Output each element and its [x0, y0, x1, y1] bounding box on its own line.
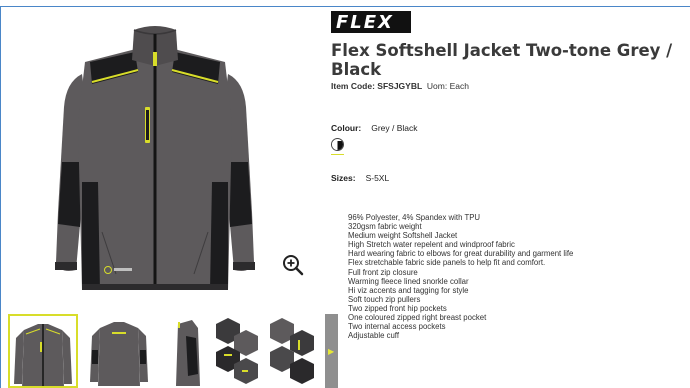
main-product-image[interactable] [30, 12, 280, 294]
list-item: Flex stretchable fabric side panels to h… [348, 258, 546, 268]
sizes-label: Sizes: [331, 173, 356, 183]
list-item: Hi viz accents and tagging for style [348, 285, 469, 295]
list-item: Two zipped front hip pockets [348, 303, 447, 313]
top-border [0, 6, 690, 7]
selected-swatch-indicator [331, 154, 344, 155]
item-code-row: Item Code: SFSJGYBL Uom: Each [331, 81, 469, 91]
list-item: 320gsm fabric weight [348, 222, 422, 232]
chevron-right-icon: ▶ [328, 347, 335, 356]
item-code-label: Item Code: [331, 81, 375, 91]
colour-label: Colour: [331, 123, 362, 133]
left-border [0, 6, 1, 388]
colour-swatch-grey-black[interactable] [331, 138, 344, 151]
colour-row: Colour: Grey / Black [331, 123, 418, 133]
sizes-value: S-5XL [365, 173, 390, 183]
list-item: Full front zip closure [348, 267, 418, 277]
thumbnail-front[interactable] [8, 314, 78, 388]
feature-list: 96% Polyester, 4% Spandex with TPU 320gs… [348, 213, 573, 340]
sizes-row: Sizes: S-5XL [331, 173, 389, 183]
list-item: Hard wearing fabric to elbows for great … [348, 249, 574, 259]
list-item: Warming fleece lined snorkle collar [348, 276, 469, 286]
zoom-in-icon[interactable] [282, 254, 304, 276]
list-item: Adjustable cuff [348, 331, 400, 341]
thumbnail-next-button[interactable]: ▶ [325, 314, 338, 388]
thumbnail-strip [6, 314, 326, 388]
list-item: High Stretch water repelent and windproo… [348, 240, 515, 250]
list-item: Medium weight Softshell Jacket [348, 231, 458, 241]
list-item: Two internal access pockets [348, 322, 446, 332]
brand-logo: FLEX [331, 11, 411, 33]
item-code-value: SFSJGYBL [377, 81, 423, 91]
uom-text: Uom: Each [426, 81, 469, 91]
list-item: One coloured zipped right breast pocket [348, 313, 487, 323]
product-title: Flex Softshell Jacket Two-tone Grey / Bl… [331, 41, 673, 79]
list-item: 96% Polyester, 4% Spandex with TPU [348, 213, 481, 222]
list-item: Soft touch zip pullers [348, 294, 421, 304]
colour-value: Grey / Black [371, 123, 418, 133]
thumbnail-back[interactable] [86, 314, 156, 388]
